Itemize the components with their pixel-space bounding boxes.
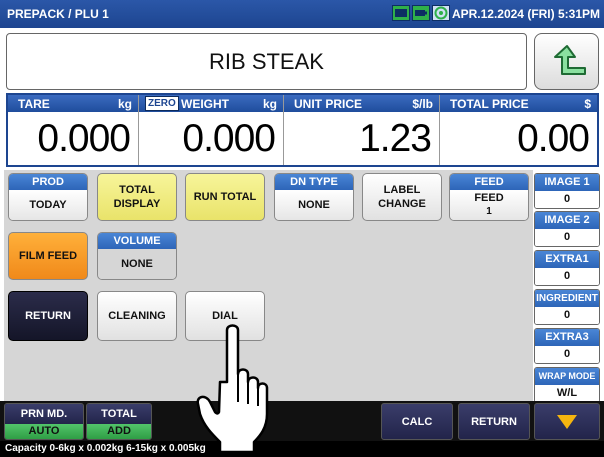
run-total-key[interactable]: RUN TOTAL xyxy=(185,173,265,221)
monitor-icon xyxy=(392,5,410,21)
dial-label: DIAL xyxy=(212,310,238,322)
label-change-key[interactable]: LABEL CHANGE xyxy=(362,173,442,221)
extra3-label: EXTRA3 xyxy=(535,329,599,346)
tare-column: TARE kg 0.000 xyxy=(8,95,138,165)
return-key-label: RETURN xyxy=(25,310,71,322)
return-arrow-icon xyxy=(553,44,586,75)
unit-price-value: 1.23 xyxy=(359,117,432,160)
status-icons xyxy=(392,5,450,21)
prod-key[interactable]: PROD TODAY xyxy=(8,173,88,221)
total-display-line2: DISPLAY xyxy=(113,198,161,210)
total-display-line1: TOTAL xyxy=(119,184,155,196)
total-price-unit: $ xyxy=(584,97,591,111)
return-key[interactable]: RETURN xyxy=(8,291,88,341)
ingredient-label: INGREDIENT xyxy=(535,290,599,307)
calc-key[interactable]: CALC xyxy=(381,403,453,440)
scale-screen: PREPACK / PLU 1 APR.12.2024 (FRI) 5:31PM… xyxy=(0,0,604,457)
tare-label: TARE xyxy=(18,97,50,111)
datetime: APR.12.2024 (FRI) 5:31PM xyxy=(451,7,600,21)
unit-price-unit: $/lb xyxy=(412,97,433,111)
page-down-key[interactable] xyxy=(534,403,600,440)
feed-key[interactable]: FEED FEED 1 xyxy=(449,173,529,221)
wrap-mode-value: W/L xyxy=(535,385,599,402)
extra1-key[interactable]: EXTRA1 0 xyxy=(534,250,600,286)
film-feed-label: FILM FEED xyxy=(18,250,78,262)
calc-label: CALC xyxy=(401,415,433,428)
cleaning-label: CLEANING xyxy=(108,310,166,322)
dn-type-value: NONE xyxy=(275,190,353,220)
bottom-return-label: RETURN xyxy=(471,415,517,428)
weight-column: ZERO WEIGHT kg 0.000 xyxy=(138,95,283,165)
total-value: ADD xyxy=(87,424,151,439)
item-name-display: RIB STEAK xyxy=(6,33,527,90)
extra3-value: 0 xyxy=(535,346,599,363)
total-label: TOTAL xyxy=(87,404,151,424)
image2-key[interactable]: IMAGE 2 0 xyxy=(534,211,600,247)
ingredient-value: 0 xyxy=(535,307,599,324)
wrap-mode-label: WRAP MODE xyxy=(535,368,599,385)
feed-key-title: FEED xyxy=(450,174,528,190)
image2-value: 0 xyxy=(535,229,599,246)
run-total-label: RUN TOTAL xyxy=(193,191,257,203)
feed-key-value: FEED xyxy=(474,192,504,204)
unit-price-column: UNIT PRICE $/lb 1.23 xyxy=(283,95,439,165)
extra1-value: 0 xyxy=(535,268,599,285)
pointing-hand-icon xyxy=(196,324,269,454)
dn-type-key[interactable]: DN TYPE NONE xyxy=(274,173,354,221)
volume-key[interactable]: VOLUME NONE xyxy=(97,232,177,280)
ingredient-key[interactable]: INGREDIENT 0 xyxy=(534,289,600,325)
triangle-down-icon xyxy=(557,414,577,429)
image1-key[interactable]: IMAGE 1 0 xyxy=(534,173,600,209)
status-bar: PREPACK / PLU 1 APR.12.2024 (FRI) 5:31PM xyxy=(0,0,604,28)
battery-icon xyxy=(412,5,430,21)
film-feed-key[interactable]: FILM FEED xyxy=(8,232,88,280)
weight-panel: TARE kg 0.000 ZERO WEIGHT kg 0.000 UNIT PRI… xyxy=(6,93,599,167)
image2-label: IMAGE 2 xyxy=(535,212,599,229)
mode-label: PREPACK / PLU 1 xyxy=(7,7,109,21)
prod-key-value: TODAY xyxy=(9,190,87,220)
extra1-label: EXTRA1 xyxy=(535,251,599,268)
tare-unit: kg xyxy=(117,97,132,111)
total-add-key[interactable]: TOTAL ADD xyxy=(86,403,152,440)
total-price-value: 0.00 xyxy=(517,117,590,160)
network-icon xyxy=(432,5,450,21)
dn-type-title: DN TYPE xyxy=(275,174,353,190)
feed-key-number: 1 xyxy=(486,206,492,217)
bottom-return-key[interactable]: RETURN xyxy=(458,403,530,440)
image1-value: 0 xyxy=(535,191,599,208)
total-display-key[interactable]: TOTAL DISPLAY xyxy=(97,173,177,221)
tare-value: 0.000 xyxy=(37,117,131,160)
extra3-key[interactable]: EXTRA3 0 xyxy=(534,328,600,364)
volume-key-value: NONE xyxy=(98,249,176,279)
capacity-text: Capacity 0-6kg x 0.002kg 6-15kg x 0.005k… xyxy=(5,443,206,454)
weight-label: WEIGHT xyxy=(181,97,229,111)
prn-md-label: PRN MD. xyxy=(5,404,83,424)
capacity-bar: Capacity 0-6kg x 0.002kg 6-15kg x 0.005k… xyxy=(0,441,604,457)
item-name: RIB STEAK xyxy=(209,48,324,74)
image1-label: IMAGE 1 xyxy=(535,174,599,191)
zero-indicator: ZERO xyxy=(145,96,179,111)
prn-md-key[interactable]: PRN MD. AUTO xyxy=(4,403,84,440)
label-change-line2: CHANGE xyxy=(378,198,426,210)
prod-key-title: PROD xyxy=(9,174,87,190)
label-change-line1: LABEL xyxy=(383,184,421,196)
volume-key-title: VOLUME xyxy=(98,233,176,249)
wrap-mode-key[interactable]: WRAP MODE W/L xyxy=(534,367,600,403)
weight-unit: kg xyxy=(262,97,277,111)
total-price-label: TOTAL PRICE xyxy=(450,97,529,111)
total-price-column: TOTAL PRICE $ 0.00 xyxy=(439,95,597,165)
back-button[interactable] xyxy=(534,33,599,90)
weight-value: 0.000 xyxy=(182,117,276,160)
cleaning-key[interactable]: CLEANING xyxy=(97,291,177,341)
unit-price-label: UNIT PRICE xyxy=(294,97,363,111)
prn-md-value: AUTO xyxy=(5,424,83,439)
